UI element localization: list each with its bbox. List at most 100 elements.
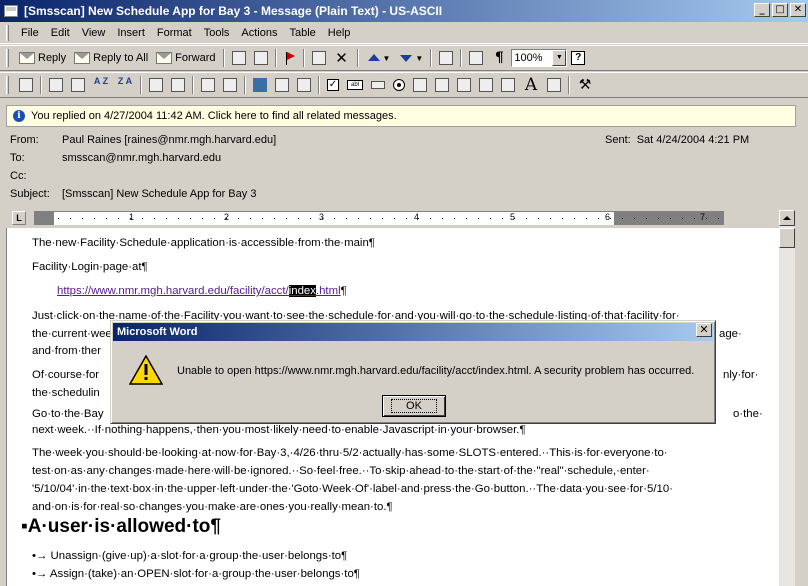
delete-table-button[interactable] <box>67 74 89 96</box>
menu-edit[interactable]: Edit <box>45 25 76 41</box>
next-item-button[interactable]: ▼ <box>394 47 427 69</box>
more-controls-button[interactable]: ⚒ <box>573 74 597 96</box>
menu-help[interactable]: Help <box>322 25 357 41</box>
ruler-tick <box>550 218 551 219</box>
ruler-tick <box>586 218 587 219</box>
menu-grip[interactable] <box>6 24 9 41</box>
ruler-tick <box>142 218 143 219</box>
menu-insert[interactable]: Insert <box>111 25 151 41</box>
image-control-button[interactable] <box>543 74 565 96</box>
ruler-tick <box>322 218 323 219</box>
button-control-icon <box>371 81 385 89</box>
body-fragment: age· <box>719 328 742 340</box>
subject-value: [Smsscan] New Schedule App for Bay 3 <box>62 188 257 200</box>
separator <box>302 49 305 67</box>
ruler-tick <box>442 218 443 219</box>
dialog-close-button[interactable]: ✕ <box>696 323 712 337</box>
toolbar-grip[interactable] <box>6 76 9 94</box>
help-button[interactable]: ? <box>567 47 589 69</box>
code-button[interactable] <box>293 74 315 96</box>
body-paragraph: test·on·as·any·changes·made·here·will·be… <box>32 465 650 477</box>
close-button[interactable]: ✕ <box>790 3 806 17</box>
show-hide-button[interactable]: ¶ <box>487 47 511 69</box>
button-control-button[interactable] <box>367 74 389 96</box>
maximize-button[interactable]: □ <box>772 3 788 17</box>
insert-table-button[interactable] <box>45 74 67 96</box>
delete-button[interactable]: ✕ <box>330 47 354 69</box>
ruler-tick <box>94 218 95 219</box>
menu-tools[interactable]: Tools <box>198 25 236 41</box>
move-to-folder-button[interactable] <box>308 47 330 69</box>
split-icon <box>171 78 185 92</box>
ruler-track[interactable]: 1 2 3 4 5 6 7 <box>34 211 724 225</box>
toolbar-grip[interactable] <box>6 49 9 67</box>
ruler[interactable]: L 1 2 3 4 5 6 7 <box>10 210 792 226</box>
design-mode-icon <box>253 78 267 92</box>
warning-icon <box>129 355 163 385</box>
ruler-tick <box>562 218 563 219</box>
sort-descending-icon: Z A <box>117 76 133 86</box>
forward-button[interactable]: Forward <box>152 47 219 69</box>
separator <box>192 76 194 94</box>
previous-item-button[interactable]: ▼ <box>362 47 395 69</box>
selected-text: index <box>288 285 316 297</box>
radio-control-button[interactable] <box>389 74 409 96</box>
reply-button[interactable]: Reply <box>15 47 70 69</box>
edit-button[interactable] <box>15 74 37 96</box>
menu-file[interactable]: File <box>15 25 45 41</box>
sent-value: Sat 4/24/2004 4:21 PM <box>636 134 750 146</box>
properties-icon <box>275 78 289 92</box>
reply-all-button[interactable]: Reply to All <box>70 47 152 69</box>
zoom-select[interactable]: 100% ▼ <box>511 49 568 67</box>
flag-button[interactable] <box>280 47 300 69</box>
menu-table[interactable]: Table <box>283 25 321 41</box>
textbox-control-button[interactable]: abl <box>343 74 367 96</box>
info-bar[interactable]: i You replied on 4/27/2004 11:42 AM. Cli… <box>6 105 796 127</box>
menu-actions[interactable]: Actions <box>235 25 283 41</box>
scroll-control-button[interactable] <box>497 74 519 96</box>
tab-selector[interactable]: L <box>12 211 26 225</box>
sort-ascending-button[interactable]: A Z <box>89 74 113 96</box>
vertical-scrollbar[interactable] <box>779 210 795 586</box>
facility-link[interactable]: https://www.nmr.mgh.harvard.edu/facility… <box>57 285 341 297</box>
forward-icon <box>156 52 173 64</box>
spin-control-button[interactable] <box>475 74 497 96</box>
right-margin <box>614 212 724 225</box>
from-value[interactable]: Paul Raines [raines@nmr.mgh.harvard.edu] <box>62 134 276 146</box>
ruler-tick <box>454 218 455 219</box>
merge-button[interactable] <box>145 74 167 96</box>
listbox-control-button[interactable] <box>431 74 453 96</box>
menu-view[interactable]: View <box>76 25 112 41</box>
minimize-button[interactable]: _ <box>754 3 770 17</box>
properties-button[interactable] <box>271 74 293 96</box>
split-button[interactable] <box>167 74 189 96</box>
listbox-icon <box>435 78 449 92</box>
scroll-up-button[interactable] <box>779 210 795 226</box>
ruler-tick <box>406 218 407 219</box>
separator <box>274 49 277 67</box>
to-value[interactable]: smsscan@nmr.mgh.harvard.edu <box>62 152 221 164</box>
label-control-button[interactable]: A <box>519 74 543 96</box>
separator <box>244 76 246 94</box>
ruler-tick <box>82 218 83 219</box>
ruler-tick <box>430 218 431 219</box>
scroll-thumb[interactable] <box>779 228 795 248</box>
menu-bar: File Edit View Insert Format Tools Actio… <box>0 22 808 44</box>
menu-format[interactable]: Format <box>151 25 198 41</box>
ok-button[interactable]: OK <box>382 395 446 417</box>
ruler-tick <box>514 218 515 219</box>
print-preview-button[interactable] <box>197 74 219 96</box>
sort-descending-button[interactable]: Z A <box>113 74 137 96</box>
design-mode-button[interactable] <box>249 74 271 96</box>
dropdown-control-button[interactable] <box>409 74 431 96</box>
print-button[interactable] <box>228 47 250 69</box>
ruler-tick <box>478 218 479 219</box>
find-button[interactable] <box>465 47 487 69</box>
web-layout-button[interactable] <box>219 74 241 96</box>
address-book-button[interactable] <box>435 47 457 69</box>
body-paragraph: and·on·is·for·real·so·changes·you·make·a… <box>32 501 393 513</box>
ruler-tick <box>130 218 131 219</box>
toggle-control-button[interactable] <box>453 74 475 96</box>
copy-button[interactable] <box>250 47 272 69</box>
checkbox-control-button[interactable]: ✓ <box>323 74 343 96</box>
